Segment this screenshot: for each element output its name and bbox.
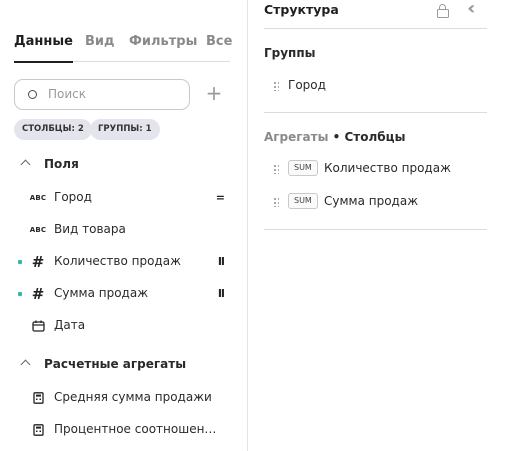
field-item-sales-sum[interactable]: # Сумма продаж II <box>14 282 232 306</box>
calc-item-avg-sale[interactable]: Средняя сумма продажи <box>14 386 232 410</box>
groups-section-title: Группы <box>264 46 316 60</box>
divider <box>264 112 487 113</box>
chip-groups[interactable]: ГРУППЫ: 1 <box>90 119 160 140</box>
field-label: Сумма продаж <box>54 286 149 300</box>
data-panel: Данные Вид Фильтры Все Поиск + СТОЛБЦЫ: … <box>0 0 247 451</box>
divider <box>264 28 487 29</box>
text-type-icon: ABC <box>29 194 47 202</box>
tab-all[interactable]: Все <box>206 34 232 49</box>
structure-panel: Структура ‹‹ Группы Город Агрегаты • Сто… <box>247 0 505 451</box>
search-input[interactable]: Поиск <box>14 79 190 110</box>
aggregate-item[interactable]: SUM Сумма продаж <box>264 191 487 213</box>
field-label: Дата <box>54 318 86 332</box>
calculator-icon <box>30 390 46 406</box>
tab-view[interactable]: Вид <box>85 34 115 49</box>
calc-section-title: Расчетные агрегаты <box>44 357 187 371</box>
field-item-sales-count[interactable]: # Количество продаж II <box>14 250 232 274</box>
drag-handle-icon[interactable] <box>273 197 279 207</box>
calc-label: Процентное соотношен… <box>54 422 217 436</box>
calc-item-percentage[interactable]: Процентное соотношен… <box>14 418 232 442</box>
lock-icon[interactable] <box>437 4 449 18</box>
collapse-panel-icon[interactable]: ‹‹ <box>467 0 477 18</box>
calculator-icon <box>30 422 46 438</box>
text-type-icon: ABC <box>29 226 47 234</box>
number-type-icon: # <box>31 285 45 303</box>
field-label: Количество продаж <box>54 254 181 268</box>
chevron-up-icon <box>20 359 31 370</box>
fields-section-header[interactable]: Поля <box>20 157 79 177</box>
aggregate-label: Количество продаж <box>324 161 451 175</box>
calendar-icon <box>30 318 46 334</box>
column-marker-icon: II <box>217 287 225 300</box>
tab-filters[interactable]: Фильтры <box>129 34 197 49</box>
group-item-city[interactable]: Город <box>264 75 487 97</box>
chevron-up-icon <box>20 159 31 170</box>
group-label: Город <box>288 78 326 92</box>
calc-section-header[interactable]: Расчетные агрегаты <box>20 357 186 377</box>
field-item-city[interactable]: ABC Город = <box>14 186 232 210</box>
field-item-product-type[interactable]: ABC Вид товара <box>14 218 232 242</box>
add-field-button[interactable]: + <box>205 82 223 106</box>
drag-handle-icon[interactable] <box>273 164 279 174</box>
fields-section-title: Поля <box>44 157 79 171</box>
field-item-date[interactable]: Дата <box>14 314 232 338</box>
tab-data[interactable]: Данные <box>14 34 73 63</box>
selected-indicator <box>18 260 22 264</box>
structure-title: Структура <box>264 2 339 17</box>
aggregates-section-title: Агрегаты • Столбцы <box>264 130 406 144</box>
search-icon <box>28 90 37 99</box>
number-type-icon: # <box>31 253 45 271</box>
field-label: Город <box>54 190 92 204</box>
aggregate-label: Сумма продаж <box>324 194 419 208</box>
search-placeholder: Поиск <box>48 87 87 101</box>
tab-bar: Данные Вид Фильтры Все <box>14 26 232 63</box>
aggregate-item[interactable]: SUM Количество продаж <box>264 158 487 180</box>
selected-indicator <box>18 292 22 296</box>
field-label: Вид товара <box>54 222 126 236</box>
calc-label: Средняя сумма продажи <box>54 390 212 404</box>
function-badge[interactable]: SUM <box>288 193 318 209</box>
chip-columns[interactable]: СТОЛБЦЫ: 2 <box>14 119 92 140</box>
function-badge[interactable]: SUM <box>288 160 318 176</box>
group-marker-icon: = <box>215 191 225 204</box>
drag-handle-icon[interactable] <box>273 81 279 91</box>
plus-icon: + <box>205 81 223 105</box>
column-marker-icon: II <box>217 255 225 268</box>
divider <box>264 229 487 230</box>
